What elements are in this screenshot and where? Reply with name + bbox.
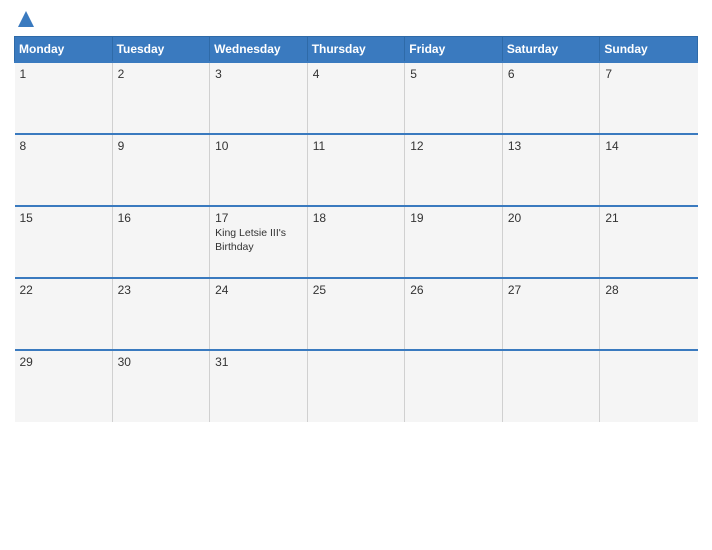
day-number: 23: [118, 283, 205, 297]
day-number: 12: [410, 139, 497, 153]
weekday-header-thursday: Thursday: [307, 37, 405, 63]
calendar-cell: 21: [600, 206, 698, 278]
calendar-cell: 28: [600, 278, 698, 350]
calendar-cell: 11: [307, 134, 405, 206]
calendar-cell: 24: [210, 278, 308, 350]
day-number: 5: [410, 67, 497, 81]
calendar-cell: [502, 350, 600, 422]
day-number: 10: [215, 139, 302, 153]
calendar-week-3: 15 16 17 King Letsie III's Birthday 18 19 20 21: [15, 206, 698, 278]
day-number: 4: [313, 67, 400, 81]
calendar-cell: 16: [112, 206, 210, 278]
day-number: 9: [118, 139, 205, 153]
calendar-week-2: 89 10 11 12 13 14: [15, 134, 698, 206]
day-number: 7: [605, 67, 692, 81]
calendar-cell: 22: [15, 278, 113, 350]
calendar-week-4: 22 23 24 25 26 27 28: [15, 278, 698, 350]
day-number: 13: [508, 139, 595, 153]
weekday-header-saturday: Saturday: [502, 37, 600, 63]
calendar-cell: 18: [307, 206, 405, 278]
day-number: 30: [118, 355, 205, 369]
calendar-cell: 2: [112, 62, 210, 134]
calendar-cell: 29: [15, 350, 113, 422]
calendar-cell: 26: [405, 278, 503, 350]
calendar-cell: 3: [210, 62, 308, 134]
calendar-cell: 19: [405, 206, 503, 278]
calendar-cell: 17 King Letsie III's Birthday: [210, 206, 308, 278]
calendar-week-5: 29 30 31: [15, 350, 698, 422]
weekday-header-wednesday: Wednesday: [210, 37, 308, 63]
calendar-table: MondayTuesdayWednesdayThursdayFridaySatu…: [14, 36, 698, 422]
weekday-header-row: MondayTuesdayWednesdayThursdayFridaySatu…: [15, 37, 698, 63]
day-number: 19: [410, 211, 497, 225]
calendar-cell: 6: [502, 62, 600, 134]
calendar-week-1: 1234567: [15, 62, 698, 134]
calendar-cell: 30: [112, 350, 210, 422]
calendar-cell: [600, 350, 698, 422]
day-number: 15: [20, 211, 107, 225]
logo-triangle-wrapper: [17, 10, 35, 30]
calendar-cell: [405, 350, 503, 422]
calendar-cell: 5: [405, 62, 503, 134]
day-number: 27: [508, 283, 595, 297]
logo-triangle-icon: [17, 10, 35, 30]
calendar-body: 1234567891011121314151617King Letsie III…: [15, 62, 698, 422]
calendar-cell: 20: [502, 206, 600, 278]
calendar-cell: 13: [502, 134, 600, 206]
day-number: 31: [215, 355, 302, 369]
calendar-event: King Letsie III's Birthday: [215, 227, 302, 254]
header: [14, 10, 698, 30]
calendar-cell: 31: [210, 350, 308, 422]
calendar-header: MondayTuesdayWednesdayThursdayFridaySatu…: [15, 37, 698, 63]
day-number: 28: [605, 283, 692, 297]
calendar-cell: 8: [15, 134, 113, 206]
calendar-cell: 7: [600, 62, 698, 134]
calendar-cell: 9: [112, 134, 210, 206]
day-number: 16: [118, 211, 205, 225]
day-number: 17: [215, 211, 302, 225]
day-number: 14: [605, 139, 692, 153]
calendar-cell: 23: [112, 278, 210, 350]
calendar-cell: 12: [405, 134, 503, 206]
day-number: 25: [313, 283, 400, 297]
calendar-page: MondayTuesdayWednesdayThursdayFridaySatu…: [0, 0, 712, 550]
calendar-cell: 1: [15, 62, 113, 134]
day-number: 20: [508, 211, 595, 225]
day-number: 22: [20, 283, 107, 297]
calendar-cell: 25: [307, 278, 405, 350]
day-number: 26: [410, 283, 497, 297]
day-number: 18: [313, 211, 400, 225]
day-number: 24: [215, 283, 302, 297]
day-number: 3: [215, 67, 302, 81]
day-number: 1: [20, 67, 107, 81]
day-number: 21: [605, 211, 692, 225]
weekday-header-friday: Friday: [405, 37, 503, 63]
calendar-cell: 10: [210, 134, 308, 206]
day-number: 29: [20, 355, 107, 369]
day-number: 11: [313, 139, 400, 153]
calendar-cell: 14: [600, 134, 698, 206]
calendar-cell: 15: [15, 206, 113, 278]
weekday-header-sunday: Sunday: [600, 37, 698, 63]
day-number: 2: [118, 67, 205, 81]
day-number: 6: [508, 67, 595, 81]
logo: [14, 10, 35, 30]
calendar-cell: 4: [307, 62, 405, 134]
calendar-cell: 27: [502, 278, 600, 350]
day-number: 8: [20, 139, 107, 153]
weekday-header-tuesday: Tuesday: [112, 37, 210, 63]
weekday-header-monday: Monday: [15, 37, 113, 63]
calendar-cell: [307, 350, 405, 422]
